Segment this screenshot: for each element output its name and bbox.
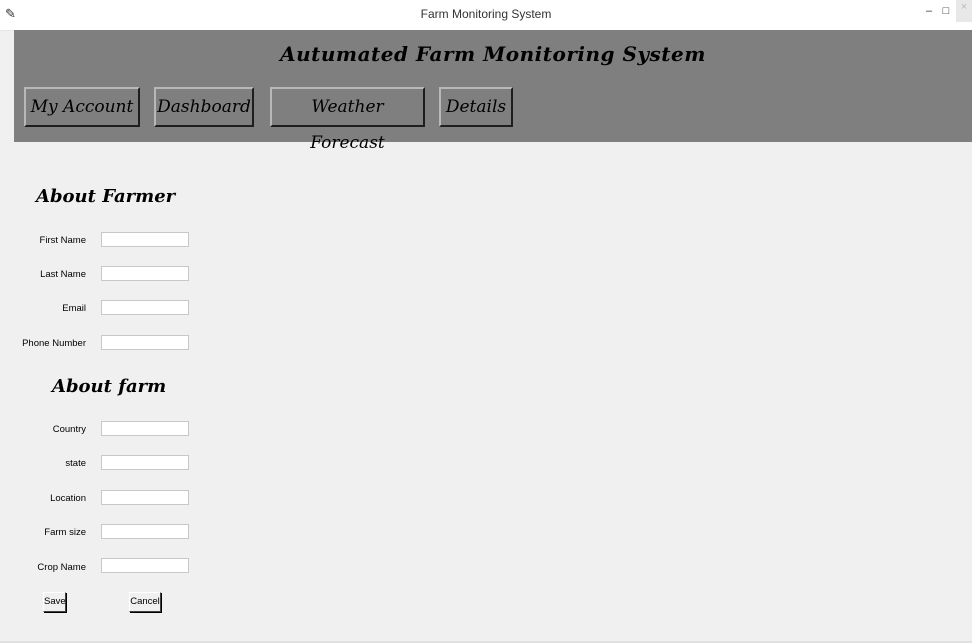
last-name-label: Last Name	[40, 269, 86, 280]
first-name-label: First Name	[39, 235, 86, 246]
dashboard-button[interactable]: Dashboard	[154, 87, 254, 127]
weather-forecast-button[interactable]: Weather Forecast	[270, 87, 425, 153]
state-label: state	[65, 458, 86, 469]
details-button[interactable]: Details	[439, 87, 513, 127]
first-name-field[interactable]	[101, 232, 189, 247]
about-farm-heading: About farm	[52, 376, 167, 397]
close-button[interactable]: ×	[956, 0, 972, 22]
app-title: Autumated Farm Monitoring System	[280, 42, 706, 66]
app-header: Autumated Farm Monitoring System My Acco…	[14, 30, 972, 153]
phone-number-label: Phone Number	[22, 338, 86, 349]
email-field[interactable]	[101, 300, 189, 315]
location-label: Location	[50, 493, 86, 504]
phone-number-field[interactable]	[101, 335, 189, 350]
cancel-button[interactable]: Cancel	[129, 592, 161, 612]
my-account-button[interactable]: My Account	[24, 87, 140, 127]
crop-name-field[interactable]	[101, 558, 189, 573]
state-field[interactable]	[101, 455, 189, 470]
location-field[interactable]	[101, 490, 189, 505]
last-name-field[interactable]	[101, 266, 189, 281]
about-farmer-heading: About Farmer	[36, 186, 176, 207]
farm-size-field[interactable]	[101, 524, 189, 539]
minimize-button[interactable]: –	[922, 4, 936, 18]
email-label: Email	[62, 303, 86, 314]
country-label: Country	[52, 424, 86, 435]
crop-name-label: Crop Name	[37, 562, 86, 573]
save-button[interactable]: Save	[43, 592, 66, 612]
window-title-bar: ✎ Farm Monitoring System – □ ×	[0, 0, 972, 31]
window-title: Farm Monitoring System	[420, 7, 552, 21]
maximize-button[interactable]: □	[939, 4, 953, 18]
farm-size-label: Farm size	[44, 527, 86, 538]
country-field[interactable]	[101, 421, 189, 436]
